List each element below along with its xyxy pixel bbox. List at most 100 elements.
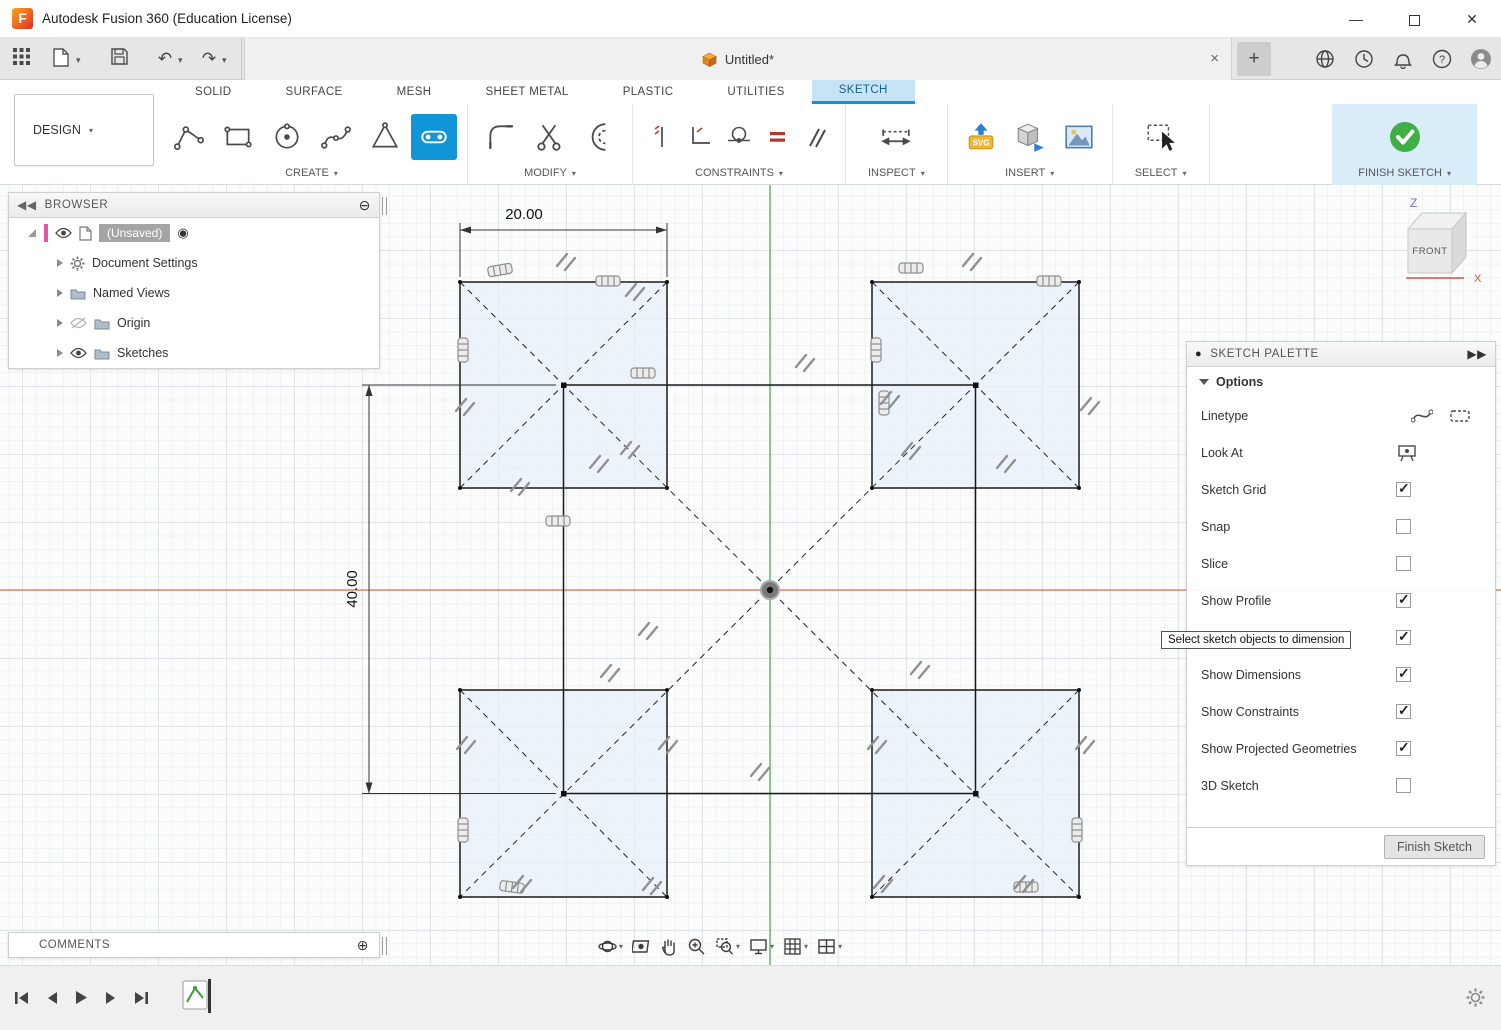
trim-tool[interactable]: [527, 114, 573, 160]
redo-icon[interactable]: ↷: [198, 48, 220, 70]
slot-tool[interactable]: [411, 114, 457, 160]
zoom-window-chevron-icon[interactable]: ▾: [736, 942, 740, 951]
centerline-linetype-icon[interactable]: [1449, 406, 1471, 426]
look-at-button[interactable]: [632, 937, 651, 956]
document-tab[interactable]: Untitled* ×: [244, 38, 1232, 80]
skip-to-end-button[interactable]: [134, 991, 149, 1005]
polygon-tool[interactable]: [362, 114, 408, 160]
tab-plastic[interactable]: PLASTIC: [596, 80, 701, 104]
grid-snaps-button[interactable]: ▾: [783, 937, 808, 956]
file-menu-chevron-icon[interactable]: ▾: [76, 55, 81, 66]
minimize-button[interactable]: —: [1327, 0, 1385, 38]
help-icon[interactable]: ?: [1428, 45, 1456, 73]
collinear-constraint-tool[interactable]: [682, 119, 718, 155]
step-back-button[interactable]: [46, 991, 58, 1005]
tab-mesh[interactable]: MESH: [370, 80, 459, 104]
snap-checkbox[interactable]: [1396, 519, 1411, 534]
visibility-eye-icon[interactable]: [70, 347, 87, 359]
comments-grip[interactable]: [382, 937, 387, 955]
browser-collapse-icon[interactable]: ◀◀: [17, 198, 37, 212]
zoom-window-button[interactable]: ▾: [715, 937, 740, 956]
close-button[interactable]: ✕: [1443, 0, 1501, 38]
sketch-feature-icon[interactable]: [182, 978, 212, 1014]
tab-solid[interactable]: SOLID: [168, 80, 259, 104]
tab-utilities[interactable]: UTILITIES: [700, 80, 811, 104]
select-tool[interactable]: [1138, 114, 1184, 160]
inspect-dropdown[interactable]: INSPECT▾: [868, 167, 925, 181]
dimension-vertical-value[interactable]: 40.00: [344, 570, 361, 608]
show-dimensions-checkbox[interactable]: [1396, 667, 1411, 682]
file-menu-icon[interactable]: [50, 48, 72, 70]
browser-root-row[interactable]: (Unsaved) ◉: [9, 218, 379, 248]
canvas-image-tool[interactable]: [1056, 114, 1102, 160]
show-points-checkbox[interactable]: [1396, 630, 1411, 645]
job-status-clock-icon[interactable]: [1350, 45, 1378, 73]
play-button[interactable]: [75, 990, 88, 1005]
constraints-dropdown[interactable]: CONSTRAINTS▾: [695, 167, 783, 181]
browser-grip[interactable]: [382, 197, 387, 215]
tab-surface[interactable]: SURFACE: [259, 80, 370, 104]
undo-chevron-icon[interactable]: ▾: [178, 55, 183, 66]
insert-dropdown[interactable]: INSERT▾: [1005, 167, 1054, 181]
browser-item-document-settings[interactable]: Document Settings: [9, 248, 379, 278]
offset-tool[interactable]: [576, 114, 622, 160]
look-at-icon[interactable]: [1397, 444, 1417, 462]
timeline-settings-gear-icon[interactable]: [1466, 988, 1485, 1012]
grid-snaps-chevron-icon[interactable]: ▾: [804, 942, 808, 951]
palette-row-sketch-grid[interactable]: Sketch Grid: [1187, 471, 1495, 508]
finish-sketch-palette-button[interactable]: Finish Sketch: [1384, 835, 1485, 859]
vertical-constraint-tool[interactable]: [643, 119, 679, 155]
modify-dropdown[interactable]: MODIFY▾: [524, 167, 576, 181]
user-avatar[interactable]: [1467, 45, 1495, 73]
sketch-grid-checkbox[interactable]: [1396, 482, 1411, 497]
maximize-button[interactable]: [1385, 0, 1443, 38]
show-profile-checkbox[interactable]: [1396, 593, 1411, 608]
dimension-horizontal-value[interactable]: 20.00: [505, 206, 543, 223]
slice-checkbox[interactable]: [1396, 556, 1411, 571]
visibility-off-eye-icon[interactable]: [70, 317, 87, 329]
orbit-button[interactable]: ▾: [598, 937, 623, 956]
redo-chevron-icon[interactable]: ▾: [222, 55, 227, 66]
palette-collapse-icon[interactable]: ▶▶: [1467, 347, 1487, 361]
insert-mesh-tool[interactable]: [1007, 114, 1053, 160]
palette-row-show-profile[interactable]: Show Profile: [1187, 582, 1495, 619]
palette-row-3d-sketch[interactable]: 3D Sketch: [1187, 767, 1495, 804]
tab-sketch[interactable]: SKETCH: [812, 80, 915, 104]
finish-sketch-button[interactable]: [1382, 114, 1428, 160]
comments-expand-icon[interactable]: ⊕: [357, 937, 369, 954]
workspace-selector[interactable]: DESIGN ▾: [14, 94, 154, 166]
browser-minimize-icon[interactable]: ⊖: [359, 197, 371, 214]
pan-button[interactable]: [660, 937, 678, 956]
display-settings-button[interactable]: ▾: [749, 937, 774, 956]
viewports-button[interactable]: ▾: [817, 937, 842, 956]
insert-svg-tool[interactable]: SVG: [958, 114, 1004, 160]
line-tool[interactable]: [166, 114, 212, 160]
construction-linetype-icon[interactable]: [1411, 406, 1433, 426]
palette-row-show-constraints[interactable]: Show Constraints: [1187, 693, 1495, 730]
palette-row-snap[interactable]: Snap: [1187, 508, 1495, 545]
activate-radio-icon[interactable]: ◉: [177, 225, 188, 241]
palette-row-show-projected[interactable]: Show Projected Geometries: [1187, 730, 1495, 767]
root-expand-icon[interactable]: [27, 228, 37, 238]
browser-item-origin[interactable]: Origin: [9, 308, 379, 338]
step-forward-button[interactable]: [105, 991, 117, 1005]
fillet-tool[interactable]: [478, 114, 524, 160]
skip-to-start-button[interactable]: [14, 991, 29, 1005]
expand-chevron-icon[interactable]: [57, 349, 63, 357]
new-tab-button[interactable]: +: [1237, 42, 1271, 76]
undo-icon[interactable]: ↶: [154, 48, 176, 70]
extensions-globe-icon[interactable]: [1311, 45, 1339, 73]
palette-row-show-dimensions[interactable]: Show Dimensions: [1187, 656, 1495, 693]
expand-chevron-icon[interactable]: [57, 259, 63, 267]
notifications-bell-icon[interactable]: [1389, 45, 1417, 73]
options-section-header[interactable]: Options: [1187, 367, 1495, 397]
comments-bar[interactable]: COMMENTS ⊕: [8, 932, 380, 958]
circle-tool[interactable]: [264, 114, 310, 160]
equal-constraint-tool[interactable]: [760, 119, 796, 155]
zoom-button[interactable]: [687, 937, 706, 956]
tab-sheet-metal[interactable]: SHEET METAL: [458, 80, 595, 104]
select-dropdown[interactable]: SELECT▾: [1135, 167, 1187, 181]
spline-tool[interactable]: [313, 114, 359, 160]
tab-close-icon[interactable]: ×: [1210, 38, 1219, 80]
expand-chevron-icon[interactable]: [57, 289, 63, 297]
